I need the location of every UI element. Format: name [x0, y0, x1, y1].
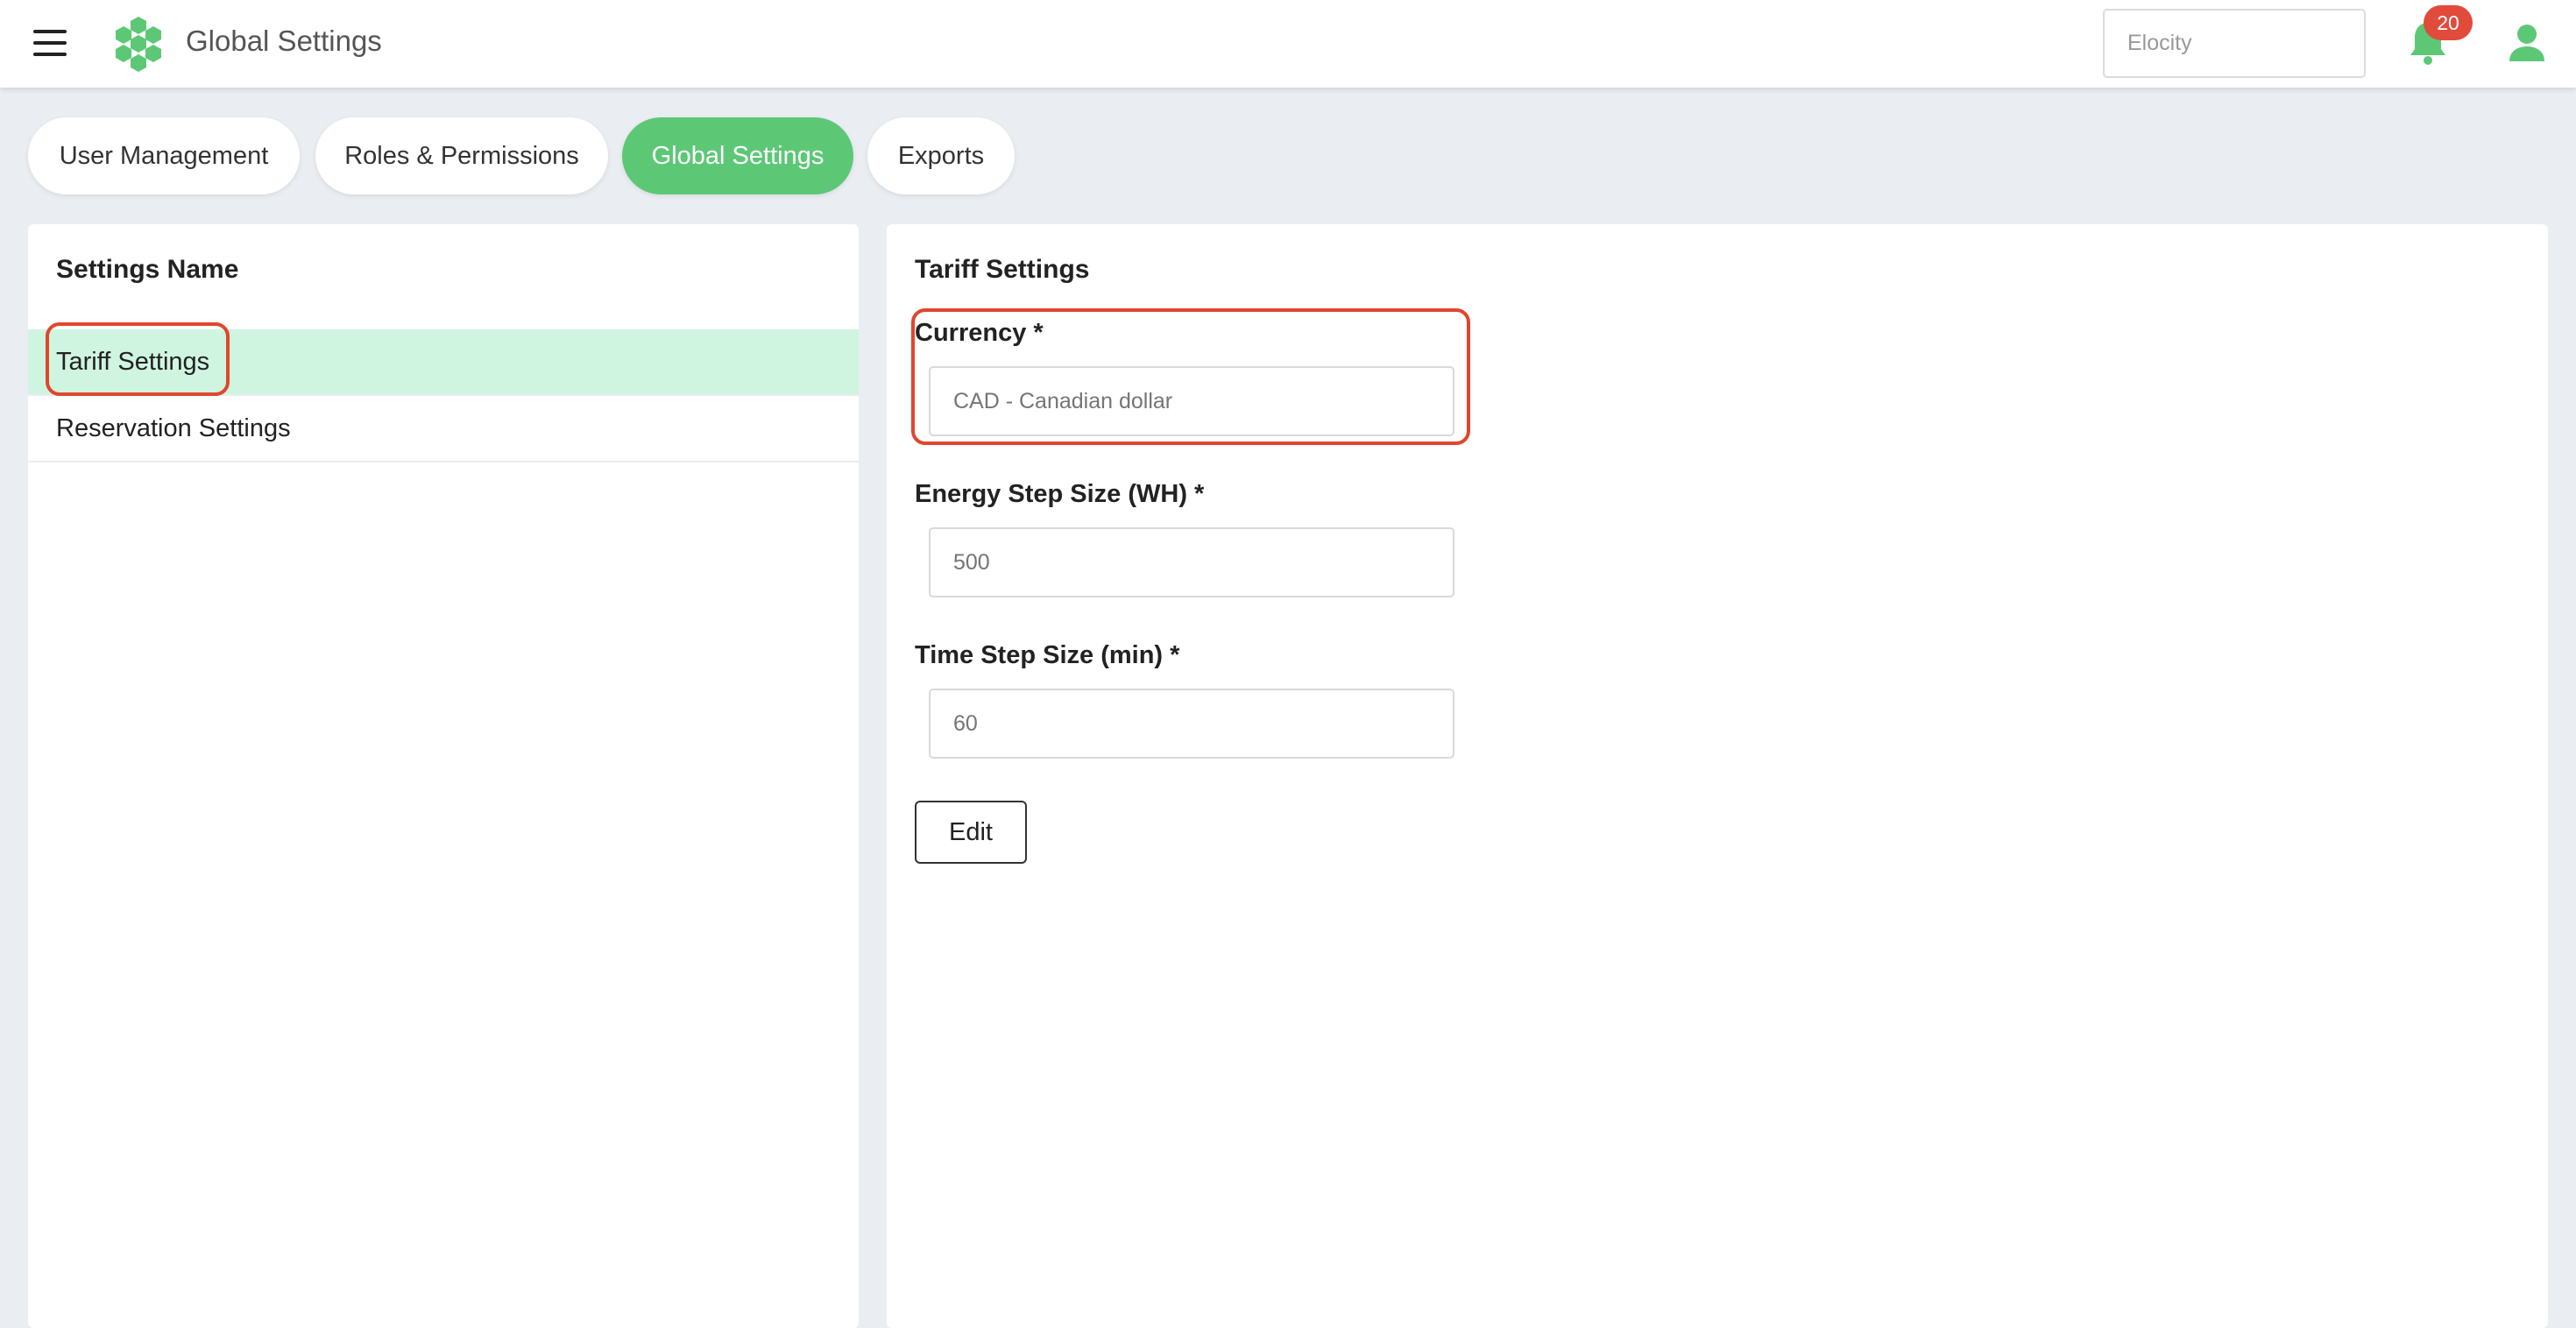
tab-label: Exports: [897, 141, 985, 170]
settings-name-heading: Settings Name: [56, 255, 239, 284]
currency-field[interactable]: [929, 366, 1454, 436]
tab-label: User Management: [59, 141, 269, 170]
page-title: Global Settings: [186, 25, 382, 57]
energy-step-field[interactable]: [929, 527, 1454, 597]
search-input[interactable]: [2103, 9, 2366, 78]
hexagon-logo-icon: [116, 17, 161, 72]
tab-user-management[interactable]: User Management: [28, 117, 300, 194]
tab-label: Roles & Permissions: [344, 141, 579, 170]
hamburger-menu-icon[interactable]: [33, 30, 67, 58]
settings-item-tariff[interactable]: Tariff Settings: [28, 329, 859, 396]
top-bar: Global Settings 20: [0, 0, 2576, 88]
edit-button[interactable]: Edit: [915, 801, 1027, 864]
settings-item-label: Tariff Settings: [56, 347, 210, 376]
time-step-field[interactable]: [929, 689, 1454, 759]
settings-item-label: Reservation Settings: [56, 413, 291, 442]
settings-item-reservation[interactable]: Reservation Settings: [28, 396, 859, 463]
user-avatar-icon[interactable]: [2508, 23, 2546, 63]
currency-label: Currency *: [915, 319, 1044, 347]
tariff-settings-heading: Tariff Settings: [915, 255, 1090, 284]
tab-label: Global Settings: [651, 141, 824, 170]
tab-roles-permissions[interactable]: Roles & Permissions: [315, 117, 608, 194]
time-step-label: Time Step Size (min) *: [915, 641, 1180, 669]
tab-exports[interactable]: Exports: [867, 117, 1015, 194]
energy-step-label: Energy Step Size (WH) *: [915, 480, 1205, 508]
notification-badge: 20: [2424, 5, 2473, 40]
tab-global-settings[interactable]: Global Settings: [622, 117, 853, 194]
